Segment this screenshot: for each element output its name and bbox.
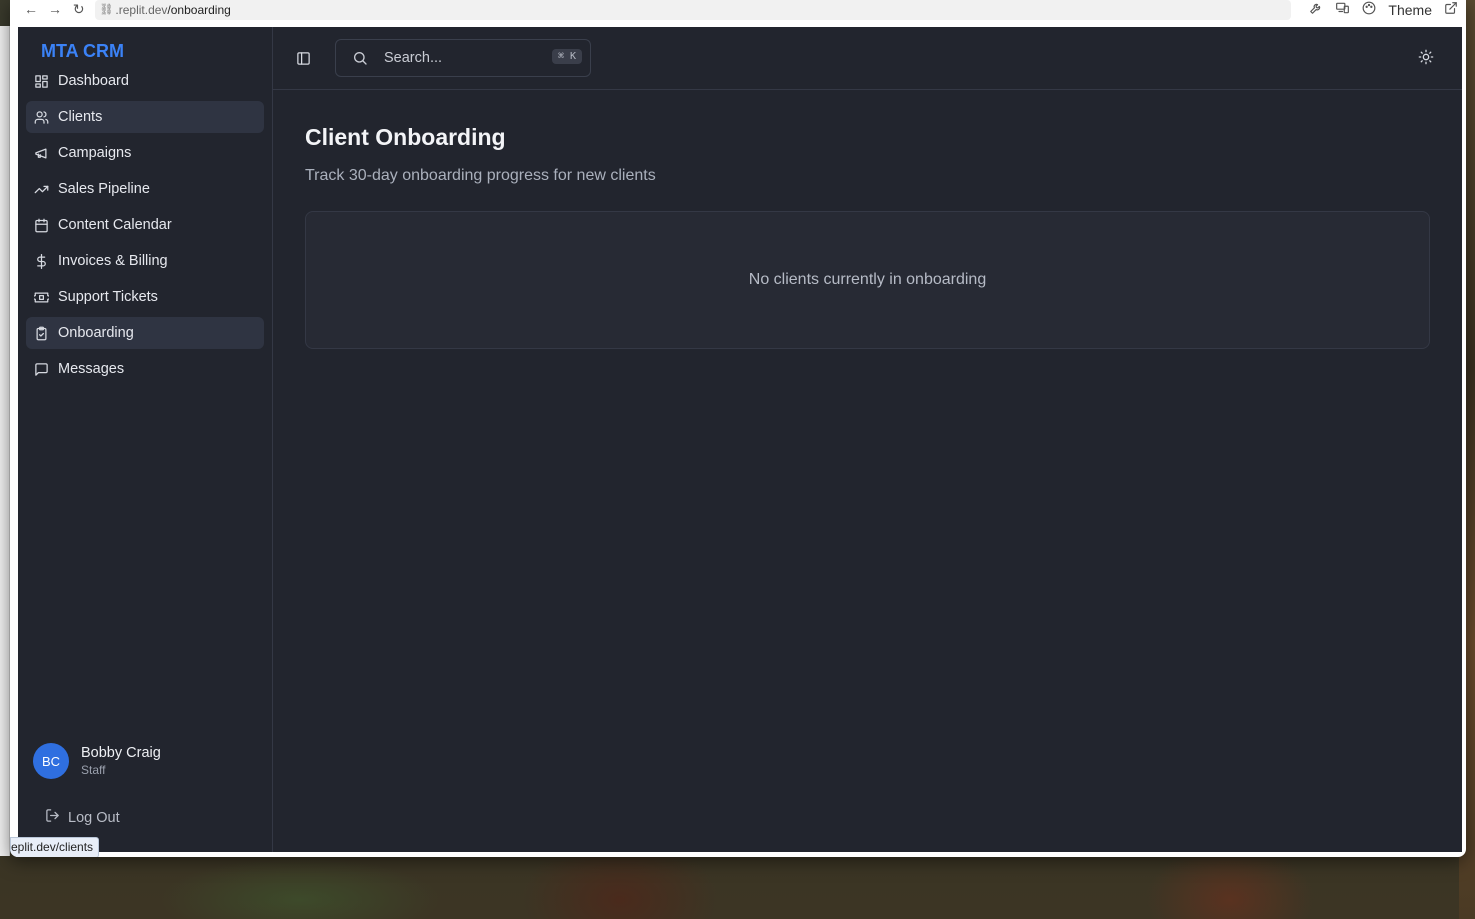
palette-icon[interactable] [1362,1,1376,18]
search-input[interactable]: Search... ⌘ K [335,39,591,77]
external-link-icon[interactable] [1444,1,1458,18]
sidebar-item-label: Dashboard [58,73,129,89]
dashboard-icon [34,74,49,89]
theme-toggle-sun-icon[interactable] [1418,49,1436,67]
user-name: Bobby Craig [81,745,161,761]
sidebar-nav: Dashboard Clients Campaigns Sales Pipeli… [18,65,272,385]
sidebar-item-label: Clients [58,109,103,125]
main-content: Search... ⌘ K Client Onboarding Track 30… [273,27,1462,852]
brand-logo[interactable]: MTA CRM [18,27,272,65]
ticket-icon [34,290,49,305]
sidebar-item-label: Support Tickets [58,289,158,305]
sidebar-item-label: Sales Pipeline [58,181,150,197]
users-icon [34,110,49,125]
sidebar-item-content-calendar[interactable]: Content Calendar [26,209,264,241]
sidebar-item-invoices-billing[interactable]: Invoices & Billing [26,245,264,277]
logout-label: Log Out [68,809,120,826]
devices-icon[interactable] [1335,1,1350,18]
sidebar: MTA CRM Dashboard Clients Campaigns Sale… [18,27,273,852]
sidebar-item-label: Onboarding [58,325,134,341]
page-content: Client Onboarding Track 30-day onboardin… [273,90,1462,349]
clipboard-check-icon [34,326,49,341]
message-icon [34,362,49,377]
user-role: Staff [81,763,106,777]
url-path: /onboarding [167,2,231,17]
sidebar-toggle-icon[interactable] [293,48,313,68]
page-subtitle: Track 30-day onboarding progress for new… [305,167,656,184]
sidebar-item-label: Campaigns [58,145,132,161]
browser-toolbar: ← → ↻ ⛓ .replit.dev/onboarding Theme [10,0,1466,20]
sidebar-item-label: Messages [58,361,125,377]
status-bar-url: eplit.dev/clients [10,837,100,857]
theme-button[interactable]: Theme [1388,2,1432,18]
link-icon: ⛓ [99,4,114,16]
sidebar-item-support-tickets[interactable]: Support Tickets [26,281,264,313]
forward-icon[interactable]: → [48,0,62,19]
sidebar-item-campaigns[interactable]: Campaigns [26,137,264,169]
sidebar-item-label: Invoices & Billing [58,253,168,269]
wrench-icon[interactable] [1309,1,1323,18]
background-window [0,26,10,856]
avatar: BC [33,743,69,779]
sidebar-item-sales-pipeline[interactable]: Sales Pipeline [26,173,264,205]
sidebar-item-label: Content Calendar [58,217,172,233]
page-title: Client Onboarding [305,124,506,150]
user-profile[interactable]: BC Bobby Craig Staff [33,743,161,779]
search-placeholder: Search... [384,50,443,66]
empty-state-card: No clients currently in onboarding [305,211,1430,349]
logout-button[interactable]: Log Out [45,808,120,827]
app-root: MTA CRM Dashboard Clients Campaigns Sale… [18,27,1462,852]
url-host: .replit.dev [115,2,168,17]
logout-icon [45,808,60,827]
sidebar-item-onboarding[interactable]: Onboarding [26,317,264,349]
shortcut-badge: ⌘ K [551,48,582,64]
megaphone-icon [34,146,49,161]
browser-window: ← → ↻ ⛓ .replit.dev/onboarding Theme MTA… [10,0,1466,857]
sidebar-item-messages[interactable]: Messages [26,353,264,385]
dollar-icon [34,253,49,269]
back-icon[interactable]: ← [24,0,38,19]
trending-up-icon [34,182,49,197]
calendar-icon [34,218,49,233]
sidebar-item-dashboard[interactable]: Dashboard [26,65,264,97]
reload-icon[interactable]: ↻ [72,0,85,19]
empty-state-message: No clients currently in onboarding [748,271,987,288]
sidebar-item-clients[interactable]: Clients [26,101,264,133]
search-icon [352,50,368,66]
address-bar[interactable]: ⛓ .replit.dev/onboarding [95,0,1292,20]
top-header: Search... ⌘ K [273,27,1462,90]
